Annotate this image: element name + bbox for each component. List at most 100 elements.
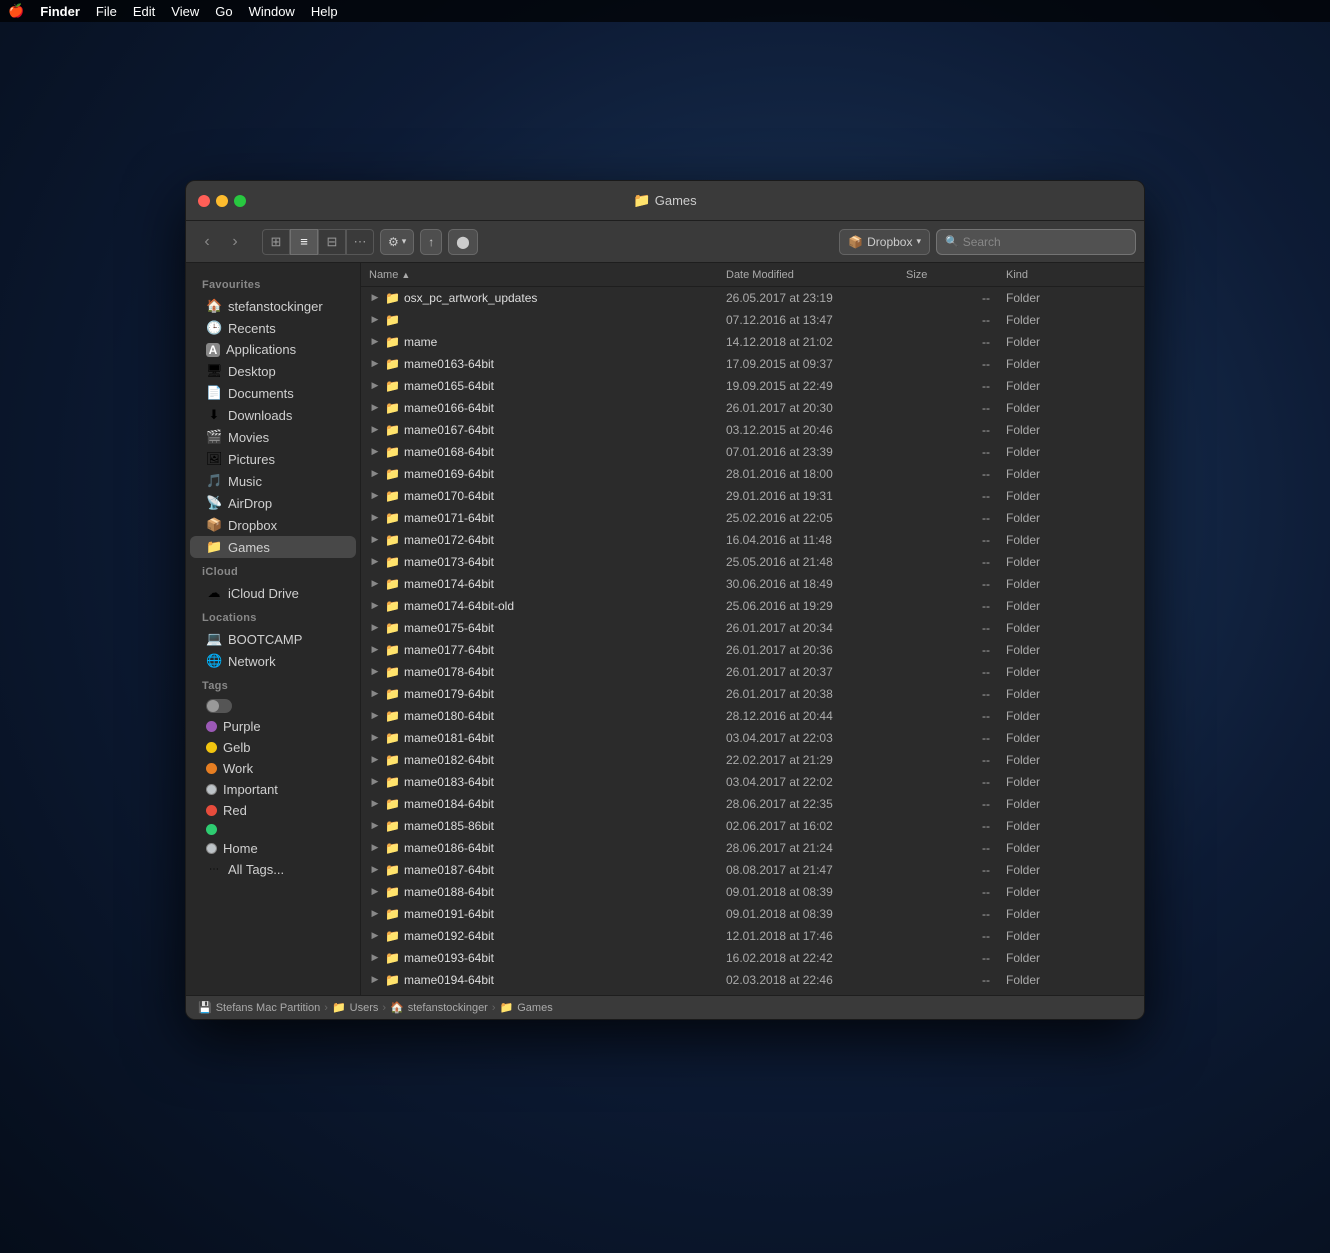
expand-arrow[interactable]: ▶ bbox=[369, 666, 381, 677]
sidebar-item-red[interactable]: Red bbox=[190, 800, 356, 821]
sidebar-item-dropbox[interactable]: 📦 Dropbox bbox=[190, 514, 356, 536]
breadcrumb-user[interactable]: 🏠 stefanstockinger bbox=[390, 1001, 488, 1014]
expand-arrow[interactable]: ▶ bbox=[369, 556, 381, 567]
tags-toggle-switch[interactable] bbox=[206, 699, 232, 713]
table-row[interactable]: ▶📁mame0169-64bit28.01.2016 at 18:00--Fol… bbox=[361, 463, 1144, 485]
table-row[interactable]: ▶📁mame0181-64bit03.04.2017 at 22:03--Fol… bbox=[361, 727, 1144, 749]
table-row[interactable]: ▶📁mame0163-64bit17.09.2015 at 09:37--Fol… bbox=[361, 353, 1144, 375]
back-button[interactable]: ‹ bbox=[194, 229, 220, 255]
sidebar-item-green[interactable] bbox=[190, 821, 356, 838]
view-options-button[interactable]: ⚙ ▾ bbox=[380, 229, 414, 255]
expand-arrow[interactable]: ▶ bbox=[369, 754, 381, 765]
sidebar-item-documents[interactable]: 📄 Documents bbox=[190, 382, 356, 404]
expand-arrow[interactable]: ▶ bbox=[369, 600, 381, 611]
table-row[interactable]: ▶📁mame0172-64bit16.04.2016 at 11:48--Fol… bbox=[361, 529, 1144, 551]
expand-arrow[interactable]: ▶ bbox=[369, 578, 381, 589]
sidebar-item-icloud[interactable]: ☁ iCloud Drive bbox=[190, 582, 356, 604]
expand-arrow[interactable]: ▶ bbox=[369, 490, 381, 501]
sidebar-item-purple[interactable]: Purple bbox=[190, 716, 356, 737]
forward-button[interactable]: › bbox=[222, 229, 248, 255]
table-row[interactable]: ▶📁mame0179-64bit26.01.2017 at 20:38--Fol… bbox=[361, 683, 1144, 705]
expand-arrow[interactable]: ▶ bbox=[369, 336, 381, 347]
sidebar-item-tag-toggle[interactable] bbox=[190, 696, 356, 716]
size-column-header[interactable]: Size bbox=[906, 269, 1006, 281]
sidebar-item-music[interactable]: 🎵 Music bbox=[190, 470, 356, 492]
expand-arrow[interactable]: ▶ bbox=[369, 622, 381, 633]
expand-arrow[interactable]: ▶ bbox=[369, 468, 381, 479]
table-row[interactable]: ▶📁mame0171-64bit25.02.2016 at 22:05--Fol… bbox=[361, 507, 1144, 529]
sidebar-item-home[interactable]: 🏠 stefanstockinger bbox=[190, 295, 356, 317]
close-button[interactable] bbox=[198, 195, 210, 207]
expand-arrow[interactable]: ▶ bbox=[369, 358, 381, 369]
expand-arrow[interactable]: ▶ bbox=[369, 512, 381, 523]
list-view-button[interactable]: ≡ bbox=[290, 229, 318, 255]
dropbox-button[interactable]: 📦 Dropbox ▾ bbox=[839, 229, 930, 255]
breadcrumb-users[interactable]: 📁 Users bbox=[332, 1001, 378, 1014]
sidebar-item-pictures[interactable]: 🖼 Pictures bbox=[190, 448, 356, 470]
tag-button[interactable]: ⬤ bbox=[448, 229, 477, 255]
expand-arrow[interactable]: ▶ bbox=[369, 402, 381, 413]
expand-arrow[interactable]: ▶ bbox=[369, 798, 381, 809]
go-menu[interactable]: Go bbox=[215, 4, 232, 19]
table-row[interactable]: ▶📁mame0165-64bit19.09.2015 at 22:49--Fol… bbox=[361, 375, 1144, 397]
sidebar-item-airdrop[interactable]: 📡 AirDrop bbox=[190, 492, 356, 514]
table-row[interactable]: ▶📁mame0188-64bit09.01.2018 at 08:39--Fol… bbox=[361, 881, 1144, 903]
table-row[interactable]: ▶📁mame0182-64bit22.02.2017 at 21:29--Fol… bbox=[361, 749, 1144, 771]
sidebar-item-work[interactable]: Work bbox=[190, 758, 356, 779]
expand-arrow[interactable]: ▶ bbox=[369, 974, 381, 985]
table-row[interactable]: ▶📁mame0192-64bit12.01.2018 at 17:46--Fol… bbox=[361, 925, 1144, 947]
table-row[interactable]: ▶📁mame0178-64bit26.01.2017 at 20:37--Fol… bbox=[361, 661, 1144, 683]
table-row[interactable]: ▶📁mame0180-64bit28.12.2016 at 20:44--Fol… bbox=[361, 705, 1144, 727]
sidebar-item-desktop[interactable]: 🖥 Desktop bbox=[190, 360, 356, 382]
expand-arrow[interactable]: ▶ bbox=[369, 886, 381, 897]
view-menu[interactable]: View bbox=[171, 4, 199, 19]
expand-arrow[interactable]: ▶ bbox=[369, 446, 381, 457]
maximize-button[interactable] bbox=[234, 195, 246, 207]
table-row[interactable]: ▶📁mame0170-64bit29.01.2016 at 19:31--Fol… bbox=[361, 485, 1144, 507]
table-row[interactable]: ▶📁mame0174-64bit-old25.06.2016 at 19:29-… bbox=[361, 595, 1144, 617]
table-row[interactable]: ▶📁mame0173-64bit25.05.2016 at 21:48--Fol… bbox=[361, 551, 1144, 573]
sidebar-item-all-tags[interactable]: ⋯ All Tags... bbox=[190, 859, 356, 880]
file-menu[interactable]: File bbox=[96, 4, 117, 19]
name-column-header[interactable]: Name ▲ bbox=[369, 269, 726, 281]
expand-arrow[interactable]: ▶ bbox=[369, 864, 381, 875]
expand-arrow[interactable]: ▶ bbox=[369, 908, 381, 919]
sidebar-item-gelb[interactable]: Gelb bbox=[190, 737, 356, 758]
sidebar-item-downloads[interactable]: ⬇ Downloads bbox=[190, 404, 356, 426]
help-menu[interactable]: Help bbox=[311, 4, 338, 19]
expand-arrow[interactable]: ▶ bbox=[369, 292, 381, 303]
expand-arrow[interactable]: ▶ bbox=[369, 732, 381, 743]
date-column-header[interactable]: Date Modified bbox=[726, 269, 906, 281]
table-row[interactable]: ▶📁mame0191-64bit09.01.2018 at 08:39--Fol… bbox=[361, 903, 1144, 925]
share-button[interactable]: ↑ bbox=[420, 229, 442, 255]
search-input[interactable] bbox=[963, 235, 1127, 249]
expand-arrow[interactable]: ▶ bbox=[369, 424, 381, 435]
expand-arrow[interactable]: ▶ bbox=[369, 820, 381, 831]
expand-arrow[interactable]: ▶ bbox=[369, 710, 381, 721]
expand-arrow[interactable]: ▶ bbox=[369, 776, 381, 787]
table-row[interactable]: ▶📁mame0183-64bit03.04.2017 at 22:02--Fol… bbox=[361, 771, 1144, 793]
expand-arrow[interactable]: ▶ bbox=[369, 952, 381, 963]
kind-column-header[interactable]: Kind bbox=[1006, 269, 1136, 281]
sidebar-item-games[interactable]: 📁 Games bbox=[190, 536, 356, 558]
table-row[interactable]: ▶📁mame0187-64bit08.08.2017 at 21:47--Fol… bbox=[361, 859, 1144, 881]
sidebar-item-network[interactable]: 🌐 Network bbox=[190, 650, 356, 672]
sidebar-item-important[interactable]: Important bbox=[190, 779, 356, 800]
minimize-button[interactable] bbox=[216, 195, 228, 207]
table-row[interactable]: ▶📁mame14.12.2018 at 21:02--Folder bbox=[361, 331, 1144, 353]
expand-arrow[interactable]: ▶ bbox=[369, 930, 381, 941]
table-row[interactable]: ▶📁mame0167-64bit03.12.2015 at 20:46--Fol… bbox=[361, 419, 1144, 441]
table-row[interactable]: ▶📁mame0186-64bit28.06.2017 at 21:24--Fol… bbox=[361, 837, 1144, 859]
table-row[interactable]: ▶📁mame0184-64bit28.06.2017 at 22:35--Fol… bbox=[361, 793, 1144, 815]
table-row[interactable]: ▶📁mame0194-64bit02.03.2018 at 22:46--Fol… bbox=[361, 969, 1144, 991]
finder-menu[interactable]: Finder bbox=[40, 4, 80, 19]
icon-view-button[interactable]: ⊞ bbox=[262, 229, 290, 255]
window-menu[interactable]: Window bbox=[249, 4, 295, 19]
table-row[interactable]: ▶📁mame0193-64bit16.02.2018 at 22:42--Fol… bbox=[361, 947, 1144, 969]
sidebar-item-movies[interactable]: 🎬 Movies bbox=[190, 426, 356, 448]
breadcrumb-partition[interactable]: 💾 Stefans Mac Partition bbox=[198, 1001, 320, 1014]
table-row[interactable]: ▶📁mame0174-64bit30.06.2016 at 18:49--Fol… bbox=[361, 573, 1144, 595]
apple-menu[interactable]: 🍎 bbox=[8, 3, 24, 19]
column-view-button[interactable]: ⊟ bbox=[318, 229, 346, 255]
table-row[interactable]: ▶📁mame0166-64bit26.01.2017 at 20:30--Fol… bbox=[361, 397, 1144, 419]
